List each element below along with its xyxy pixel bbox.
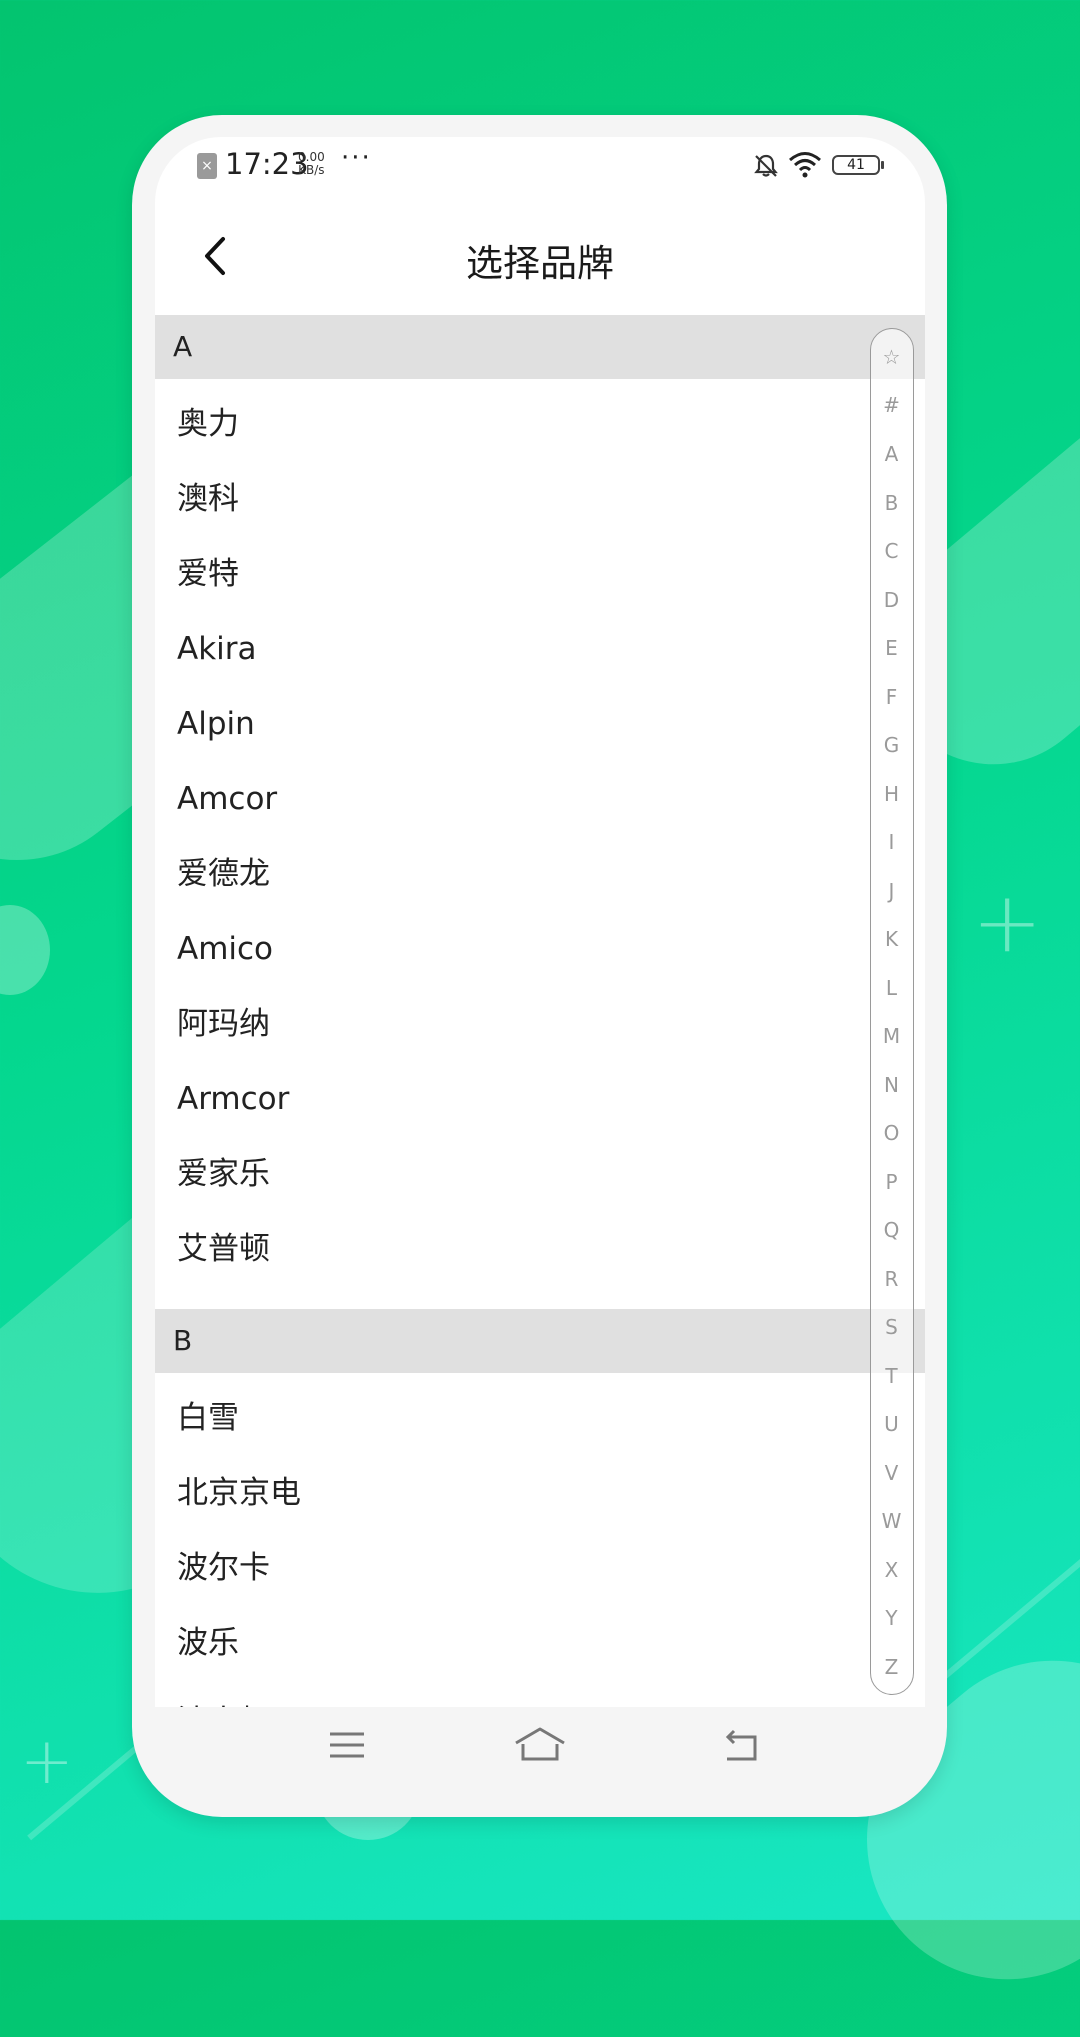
index-letter[interactable]: D — [871, 588, 912, 612]
more-notifications-icon: ··· — [341, 143, 372, 173]
index-letter[interactable]: G — [871, 733, 912, 757]
menu-icon[interactable] — [327, 1725, 367, 1765]
index-letter[interactable]: C — [871, 539, 912, 563]
list-item[interactable]: 白雪 — [177, 1381, 239, 1456]
status-bar: × 17:23 0.00 KB/s ··· 41 — [155, 137, 925, 195]
background-line — [940, 1445, 1080, 1681]
index-letter[interactable]: # — [871, 393, 912, 417]
network-speed: 0.00 KB/s — [298, 151, 325, 177]
index-letter[interactable]: R — [871, 1267, 912, 1291]
index-letter[interactable]: I — [871, 830, 912, 854]
list-item[interactable]: 艾普顿 — [177, 1212, 270, 1287]
list-item[interactable]: 波尔卡 — [177, 1531, 270, 1606]
list-item[interactable]: Amcor — [177, 762, 277, 837]
index-letter[interactable]: J — [871, 879, 912, 903]
index-letter[interactable]: P — [871, 1170, 912, 1194]
home-icon[interactable] — [513, 1725, 567, 1765]
index-letter[interactable]: X — [871, 1558, 912, 1582]
index-letter[interactable]: W — [871, 1509, 912, 1533]
background-circle — [0, 905, 50, 995]
battery-icon: 41 — [832, 155, 884, 175]
bell-muted-icon — [754, 154, 778, 177]
index-letter[interactable]: U — [871, 1412, 912, 1436]
page-title: 选择品牌 — [466, 242, 614, 285]
return-icon[interactable] — [721, 1725, 761, 1765]
nav-bar: 选择品牌 — [155, 195, 925, 315]
list-item[interactable]: Alpin — [177, 687, 255, 762]
no-sim-icon: × — [197, 153, 217, 179]
index-letter[interactable]: Q — [871, 1218, 912, 1242]
list-item[interactable]: 奥力 — [177, 387, 239, 462]
plus-decoration-icon: + — [20, 1725, 74, 1799]
list-item[interactable]: 爱德龙 — [177, 837, 270, 912]
index-letter[interactable]: L — [871, 976, 912, 1000]
index-letter[interactable]: F — [871, 685, 912, 709]
section-header: A — [155, 315, 925, 379]
index-letter[interactable]: E — [871, 636, 912, 660]
section-header: B — [155, 1309, 925, 1373]
list-item[interactable]: Amico — [177, 912, 273, 987]
list-item[interactable]: 澳科 — [177, 462, 239, 537]
list-item[interactable]: 阿玛纳 — [177, 987, 270, 1062]
network-speed-unit: KB/s — [298, 163, 325, 177]
list-item[interactable]: Akira — [177, 612, 257, 687]
index-letter[interactable]: M — [871, 1024, 912, 1048]
index-letter[interactable]: K — [871, 927, 912, 951]
system-nav-bar — [155, 1707, 925, 1797]
phone-screen: × 17:23 0.00 KB/s ··· 41 选择品牌 澳柯玛 — [155, 137, 925, 1707]
wifi-icon — [789, 152, 821, 178]
index-letter[interactable]: Y — [871, 1606, 912, 1630]
status-time: 17:23 — [225, 147, 309, 181]
index-letter[interactable]: B — [871, 491, 912, 515]
list-item[interactable]: Armcor — [177, 1062, 289, 1137]
index-letter[interactable]: S — [871, 1315, 912, 1339]
index-letter[interactable]: T — [871, 1364, 912, 1388]
list-item[interactable]: 波乐 — [177, 1606, 239, 1681]
index-letter[interactable]: V — [871, 1461, 912, 1485]
index-letter[interactable]: ☆ — [871, 345, 912, 369]
index-letter[interactable]: O — [871, 1121, 912, 1145]
index-letter[interactable]: Z — [871, 1655, 912, 1679]
plus-decoration-icon: + — [972, 873, 1043, 971]
list-item[interactable]: 爱家乐 — [177, 1137, 270, 1212]
alphabet-index-bar[interactable]: ☆ # A B C D E F G H I J K L M N O P Q R … — [870, 328, 914, 1695]
index-letter[interactable]: H — [871, 782, 912, 806]
brand-list[interactable]: 澳柯玛 A 奥力 澳科 爱特 Akira Alpin Amcor 爱德龙 Ami… — [155, 315, 925, 1707]
list-item[interactable]: 波士顿 — [177, 1685, 270, 1707]
index-letter[interactable]: A — [871, 442, 912, 466]
list-item[interactable]: 北京京电 — [177, 1456, 301, 1531]
list-item[interactable]: 爱特 — [177, 537, 239, 612]
index-letter[interactable]: N — [871, 1073, 912, 1097]
